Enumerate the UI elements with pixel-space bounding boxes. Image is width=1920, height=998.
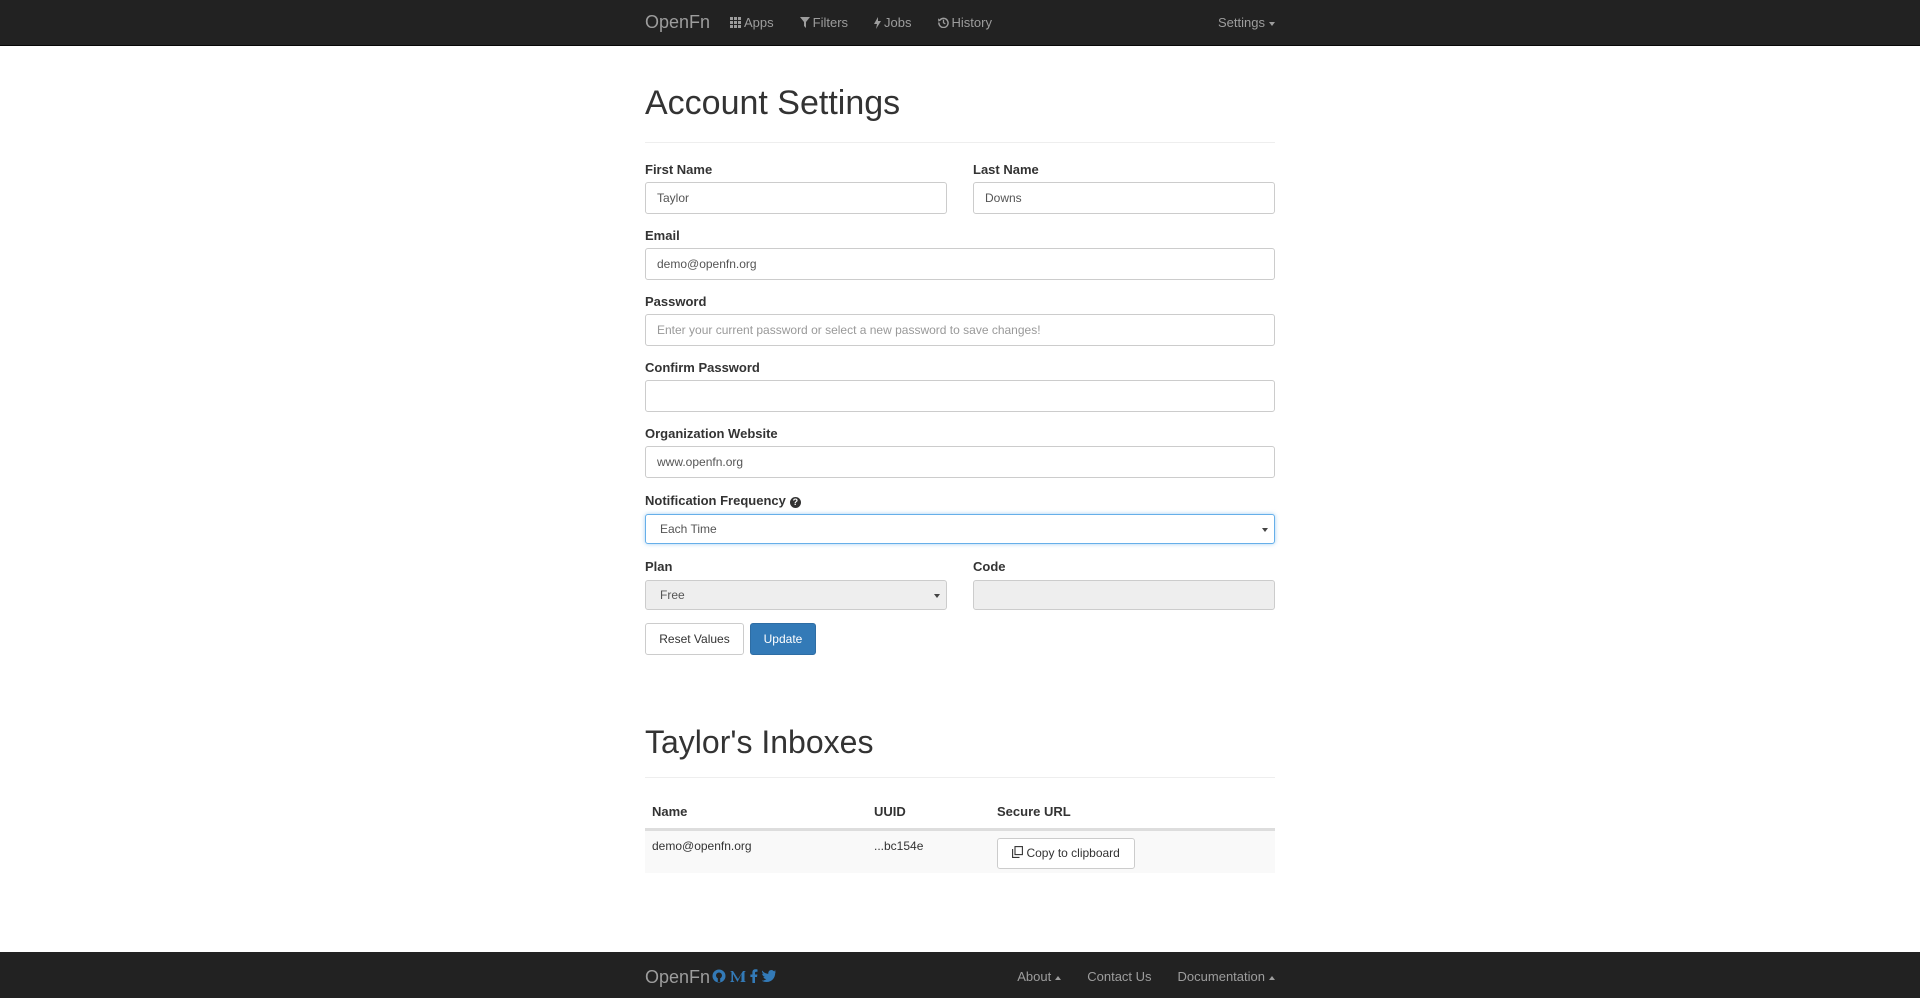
- code-input[interactable]: [973, 580, 1275, 610]
- password-input[interactable]: [645, 314, 1275, 346]
- select-arrow-icon: [1262, 528, 1268, 532]
- footer-link-label: Documentation: [1177, 969, 1265, 984]
- column-header-name: Name: [652, 804, 688, 819]
- code-label: Code: [973, 559, 1006, 574]
- top-navbar: OpenFn Apps Filters Jobs History Setting…: [0, 0, 1920, 46]
- bolt-icon: [874, 16, 882, 29]
- medium-icon[interactable]: [730, 969, 746, 986]
- copy-icon: [1012, 846, 1024, 858]
- first-name-input[interactable]: [645, 182, 947, 214]
- nav-link-filters[interactable]: Filters: [799, 15, 849, 30]
- settings-label: Settings: [1218, 15, 1265, 30]
- footer-documentation-dropdown[interactable]: Documentation: [1178, 969, 1275, 984]
- question-circle-icon[interactable]: ?: [789, 497, 801, 508]
- github-icon[interactable]: [712, 969, 726, 986]
- footer-link-label: Contact Us: [1087, 969, 1152, 984]
- plan-select[interactable]: Free: [645, 580, 947, 610]
- footer: OpenFn About Contact Us Documentation: [0, 952, 1920, 998]
- footer-link-label: About: [1017, 969, 1052, 984]
- confirm-password-input[interactable]: [645, 380, 1275, 412]
- plan-label: Plan: [645, 559, 673, 574]
- brand-link[interactable]: OpenFn: [645, 12, 710, 33]
- inbox-name-cell: demo@openfn.org: [652, 839, 752, 853]
- grid-icon: [730, 17, 741, 28]
- nav-link-apps[interactable]: Apps: [730, 15, 774, 30]
- caret-down-icon: [1269, 21, 1275, 26]
- nav-link-label: Filters: [812, 15, 849, 30]
- column-header-uuid: UUID: [874, 804, 906, 819]
- footer-brand[interactable]: OpenFn: [645, 967, 710, 988]
- confirm-password-label: Confirm Password: [645, 360, 760, 375]
- caret-up-icon: [1055, 975, 1062, 980]
- password-label: Password: [645, 294, 707, 309]
- footer-contact-link[interactable]: Contact Us: [1087, 969, 1151, 984]
- copy-to-clipboard-button[interactable]: Copy to clipboard: [997, 838, 1135, 869]
- nav-link-jobs[interactable]: Jobs: [874, 15, 912, 30]
- notification-frequency-text: Notification Frequency: [645, 493, 786, 508]
- notification-frequency-label: Notification Frequency?: [645, 493, 801, 508]
- email-input[interactable]: [645, 248, 1275, 280]
- last-name-input[interactable]: [973, 182, 1275, 214]
- notification-frequency-select[interactable]: Each Time: [645, 514, 1275, 544]
- nav-link-label: Jobs: [884, 15, 912, 30]
- facebook-icon[interactable]: [750, 969, 758, 986]
- nav-link-label: History: [951, 15, 992, 30]
- navbar-inner: OpenFn Apps Filters Jobs History Setting…: [645, 0, 1275, 45]
- title-divider: [645, 142, 1275, 143]
- org-website-label: Organization Website: [645, 426, 778, 441]
- org-website-input[interactable]: [645, 446, 1275, 478]
- nav-link-label: Apps: [744, 15, 774, 30]
- update-button[interactable]: Update: [750, 623, 816, 655]
- nav-links: Apps Filters Jobs History: [730, 15, 1018, 30]
- twitter-icon[interactable]: [761, 969, 776, 986]
- history-icon: [937, 17, 949, 28]
- notification-frequency-value: Each Time: [660, 522, 717, 536]
- inbox-uuid-cell: ...bc154e: [874, 839, 924, 853]
- inboxes-divider: [645, 777, 1275, 778]
- inboxes-title: Taylor's Inboxes: [645, 724, 874, 760]
- reset-values-button[interactable]: Reset Values: [645, 623, 744, 655]
- page-title: Account Settings: [645, 84, 901, 122]
- nav-link-history[interactable]: History: [937, 15, 992, 30]
- select-arrow-icon: [934, 594, 940, 598]
- filter-icon: [799, 17, 810, 28]
- email-label: Email: [645, 228, 680, 243]
- footer-about-dropdown[interactable]: About: [1017, 969, 1062, 984]
- copy-label: Copy to clipboard: [1026, 846, 1120, 860]
- settings-dropdown[interactable]: Settings: [1218, 15, 1275, 30]
- column-header-secure-url: Secure URL: [997, 804, 1071, 819]
- caret-up-icon: [1269, 975, 1275, 980]
- first-name-label: First Name: [645, 162, 713, 177]
- footer-links: About Contact Us Documentation: [991, 969, 1275, 984]
- social-links: [712, 969, 780, 986]
- footer-inner: OpenFn About Contact Us Documentation: [645, 952, 1275, 997]
- last-name-label: Last Name: [973, 162, 1039, 177]
- plan-value: Free: [660, 588, 685, 602]
